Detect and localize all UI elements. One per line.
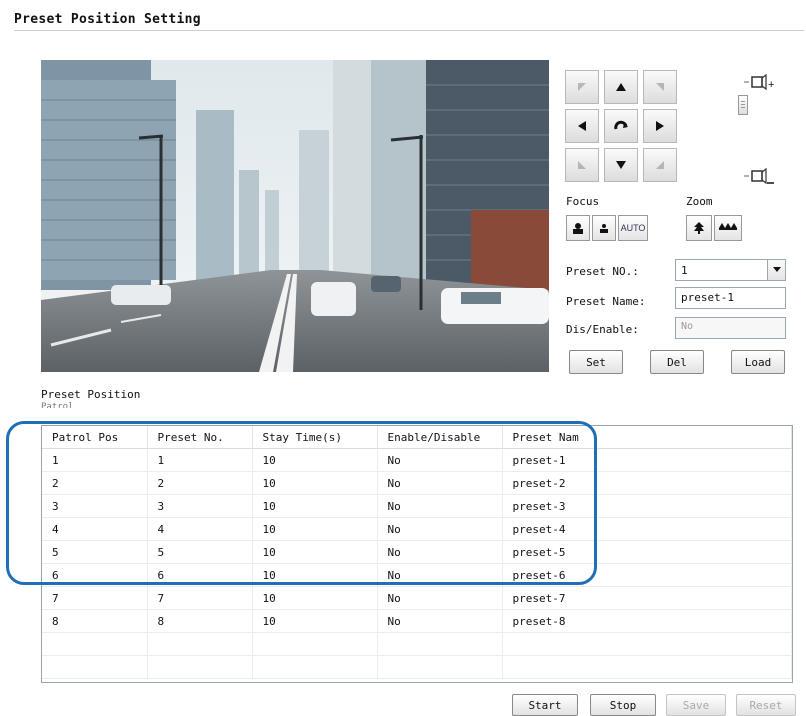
arrow-left-icon xyxy=(578,121,586,131)
preset-name-label: Preset Name: xyxy=(566,295,646,308)
set-button[interactable]: Set xyxy=(569,350,623,374)
camera-image xyxy=(41,60,549,372)
table-row[interactable]: 8 8 10 No preset-8 xyxy=(42,609,792,633)
pan-right-button[interactable] xyxy=(643,109,677,143)
highlight-outline xyxy=(6,421,597,585)
zoom-tele-icon xyxy=(694,222,704,234)
pan-left-button[interactable] xyxy=(565,109,599,143)
dis-enable-label: Dis/Enable: xyxy=(566,323,639,336)
cell-preset-no: 7 xyxy=(147,586,253,610)
ptz-rotate-button[interactable] xyxy=(604,109,638,143)
chevron-down-icon xyxy=(772,267,781,272)
svg-text:+: + xyxy=(768,79,774,91)
cell-stay-time: 10 xyxy=(252,586,378,610)
pan-down-button[interactable] xyxy=(604,148,638,182)
focus-auto-button[interactable]: AUTO xyxy=(618,215,648,241)
stop-button[interactable]: Stop xyxy=(590,694,656,716)
cell-preset-no: 8 xyxy=(147,609,253,633)
arrow-down-right-icon xyxy=(656,161,664,169)
preset-no-dropdown-arrow[interactable] xyxy=(767,260,785,280)
preset-no-value: 1 xyxy=(681,264,688,277)
pan-down-left-button[interactable] xyxy=(565,148,599,182)
table-row[interactable]: 7 7 10 No preset-7 xyxy=(42,586,792,610)
pan-up-button[interactable] xyxy=(604,70,638,104)
cell-preset-name: preset-8 xyxy=(502,609,792,633)
section-subtitle: Patrol xyxy=(41,402,74,408)
focus-far-icon xyxy=(600,224,608,233)
cell-patrol-pos: 7 xyxy=(42,586,148,610)
pan-down-right-button[interactable] xyxy=(643,148,677,182)
zoom-out-icon[interactable] xyxy=(744,166,776,189)
zoom-wide-icon xyxy=(719,223,737,230)
ptz-control xyxy=(565,70,715,184)
zoom-slider-thumb[interactable] xyxy=(738,95,748,115)
cell-enable: No xyxy=(377,586,503,610)
focus-near-button[interactable] xyxy=(566,215,590,241)
load-button[interactable]: Load xyxy=(731,350,785,374)
zoom-in-icon[interactable]: + xyxy=(744,72,776,95)
title-divider xyxy=(14,30,804,31)
reset-button[interactable]: Reset xyxy=(736,694,796,716)
save-button[interactable]: Save xyxy=(666,694,726,716)
dis-enable-field: No xyxy=(675,317,786,339)
camera-preview xyxy=(41,60,549,372)
cell-preset-name: preset-7 xyxy=(502,586,792,610)
arrow-up-icon xyxy=(616,83,626,91)
cell-patrol-pos: 8 xyxy=(42,609,148,633)
table-row-empty xyxy=(42,632,792,656)
zoom-tele-button[interactable] xyxy=(686,215,712,241)
rotate-icon xyxy=(614,120,628,130)
del-button[interactable]: Del xyxy=(650,350,704,374)
zoom-label: Zoom xyxy=(686,195,713,208)
focus-near-icon xyxy=(573,223,583,234)
focus-far-button[interactable] xyxy=(592,215,616,241)
preset-name-input[interactable]: preset-1 xyxy=(675,287,786,309)
focus-label: Focus xyxy=(566,195,600,208)
preset-no-label: Preset NO.: xyxy=(566,265,639,278)
arrow-right-icon xyxy=(656,121,664,131)
arrow-up-left-icon xyxy=(578,83,586,91)
zoom-wide-button[interactable] xyxy=(714,215,742,241)
section-title: Preset Position xyxy=(41,388,141,401)
start-button[interactable]: Start xyxy=(512,694,578,716)
arrow-down-left-icon xyxy=(578,161,586,169)
cell-stay-time: 10 xyxy=(252,609,378,633)
table-row-empty xyxy=(42,655,792,679)
preset-no-select[interactable]: 1 xyxy=(675,259,786,281)
page-title: Preset Position Setting xyxy=(14,12,201,27)
cell-enable: No xyxy=(377,609,503,633)
arrow-down-icon xyxy=(616,161,626,169)
pan-up-right-button[interactable] xyxy=(643,70,677,104)
arrow-up-right-icon xyxy=(656,83,664,91)
pan-up-left-button[interactable] xyxy=(565,70,599,104)
